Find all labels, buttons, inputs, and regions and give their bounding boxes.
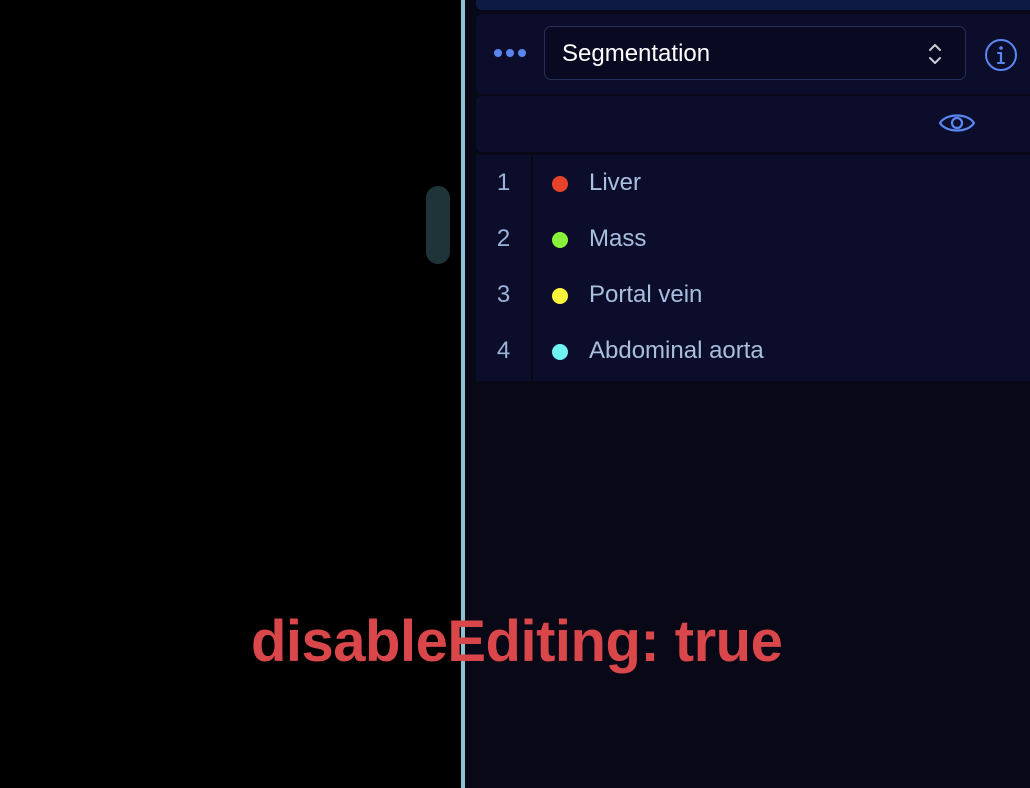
segment-list: 1 Liver 2 Mass 3 Portal vein 4 Abdominal… — [476, 155, 1030, 381]
segment-color-dot — [552, 232, 568, 248]
info-icon[interactable] — [984, 38, 1018, 72]
segment-index: 3 — [496, 281, 511, 308]
segment-row-portal-vein[interactable]: 3 Portal vein — [476, 267, 1030, 323]
segmentation-header: Segmentation — [476, 14, 1030, 94]
segment-row-mass[interactable]: 2 Mass — [476, 211, 1030, 267]
segment-label: Abdominal aorta — [589, 337, 764, 364]
segment-label: Portal vein — [589, 281, 703, 308]
segmentation-select[interactable]: Segmentation — [544, 26, 966, 80]
segment-index: 1 — [496, 169, 511, 196]
eye-icon[interactable] — [938, 108, 976, 138]
segment-label: Liver — [589, 169, 642, 196]
segment-index: 2 — [496, 225, 511, 252]
segment-color-dot — [552, 288, 568, 304]
segment-color-dot — [552, 176, 568, 192]
segment-index: 4 — [496, 337, 511, 364]
disable-editing-caption: disableEditing: true — [251, 609, 783, 674]
segments-toolbar — [476, 96, 1030, 152]
more-dots-icon[interactable] — [494, 44, 530, 62]
segment-row-abdominal-aorta[interactable]: 4 Abdominal aorta — [476, 323, 1030, 379]
segment-label: Mass — [589, 225, 647, 252]
segment-color-dot — [552, 344, 568, 360]
panel-top-strip — [476, 0, 1030, 10]
scroll-handle[interactable] — [426, 186, 450, 264]
segment-row-liver[interactable]: 1 Liver — [476, 155, 1030, 211]
segmentation-select-value: Segmentation — [562, 40, 711, 67]
chevron-updown-icon — [929, 44, 941, 64]
